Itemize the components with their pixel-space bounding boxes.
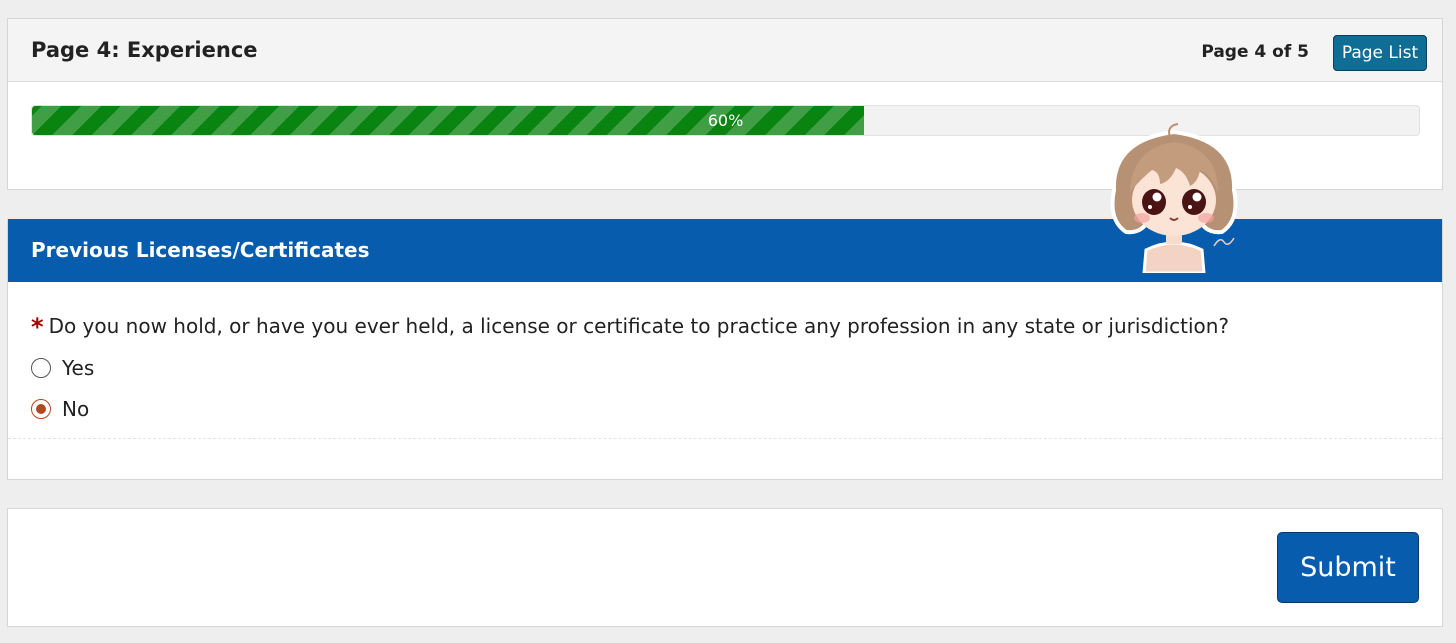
page-counter: Page 4 of 5 bbox=[1201, 42, 1309, 62]
radio-no-button[interactable] bbox=[31, 399, 51, 419]
radio-option-yes[interactable]: Yes bbox=[31, 353, 94, 383]
radio-no-label: No bbox=[62, 397, 90, 421]
radio-yes-button[interactable] bbox=[31, 358, 51, 378]
avatar-sticker-icon bbox=[1110, 123, 1238, 273]
question-text: Do you now hold, or have you ever held, … bbox=[48, 314, 1230, 338]
section-title: Previous Licenses/Certificates bbox=[31, 238, 370, 262]
required-marker: * bbox=[31, 313, 44, 341]
radio-option-no[interactable]: No bbox=[31, 394, 89, 424]
submit-card: Submit bbox=[7, 508, 1443, 627]
license-question: * Do you now hold, or have you ever held,… bbox=[31, 311, 1230, 341]
page-header: Page 4: Experience Page 4 of 5 Page List bbox=[8, 19, 1442, 82]
radio-yes-label: Yes bbox=[62, 356, 95, 380]
page-list-button[interactable]: Page List bbox=[1333, 35, 1427, 71]
page-title: Page 4: Experience bbox=[31, 38, 258, 62]
submit-button[interactable]: Submit bbox=[1277, 532, 1419, 603]
divider bbox=[8, 438, 1442, 439]
